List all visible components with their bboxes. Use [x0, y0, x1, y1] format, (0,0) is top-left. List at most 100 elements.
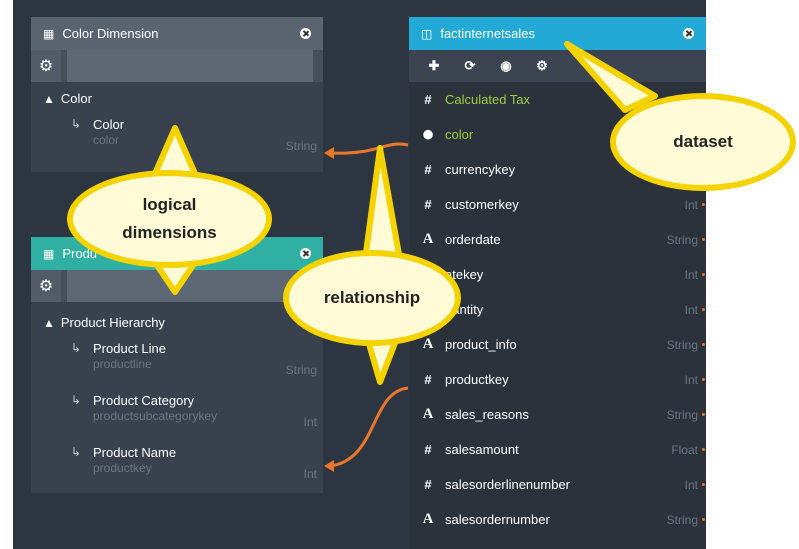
level-item[interactable]: ↳ Product Name productkey Int [31, 443, 323, 495]
level-item[interactable]: ↳ Product Category productsubcategorykey … [31, 391, 323, 443]
field-type: String [666, 337, 698, 352]
link-dot[interactable] [702, 413, 705, 416]
level-arrow-icon: ↳ [71, 117, 82, 131]
field-type: String [666, 512, 698, 527]
settings-button[interactable]: ⚙ [31, 270, 61, 302]
close-icon[interactable] [683, 28, 694, 39]
color-dimension-panel: ▦ Color Dimension ⚙ ▲ Color ↳ Color color… [31, 17, 323, 172]
field-row[interactable]: # salesorderlinenumber Int [409, 467, 706, 502]
level-type: Int [303, 415, 317, 429]
hash-icon: # [424, 442, 432, 457]
field-name: productkey [445, 372, 509, 387]
dataset-toolbar: ✚ ⟳ ◉ ⚙ [409, 50, 706, 82]
text-icon: A [422, 511, 434, 527]
level-column: productsubcategorykey [93, 409, 218, 423]
settings-button[interactable]: ⚙ [31, 50, 61, 82]
level-name: Product Name [93, 445, 177, 460]
field-type: Int [684, 372, 698, 387]
field-row[interactable]: Asalesordernumber String [409, 502, 706, 537]
logical-dimensions-callout: logical dimensions [67, 170, 272, 268]
field-name: salesorderlinenumber [445, 477, 571, 492]
close-icon[interactable] [300, 248, 311, 259]
hash-icon: # [424, 372, 432, 387]
hash-icon: # [424, 477, 432, 492]
field-type: Int [684, 477, 698, 492]
field-row[interactable]: Aorderdate String [409, 222, 706, 257]
callout-text: relationship [323, 288, 421, 307]
level-item[interactable]: ↳ Color color String [31, 115, 323, 167]
plus-icon: ✚ [428, 58, 440, 73]
link-dot[interactable] [702, 378, 705, 381]
level-column: productkey [93, 461, 152, 475]
field-row[interactable]: Aproduct_info String [409, 327, 706, 362]
dataset-callout: dataset [610, 93, 796, 191]
field-name: sales_reasons [445, 407, 529, 422]
text-icon: A [422, 406, 434, 422]
settings-button[interactable]: ⚙ [527, 58, 557, 74]
close-icon[interactable] [300, 28, 311, 39]
level-name: Color [93, 117, 125, 132]
level-item[interactable]: ↳ Product Line productline String [31, 339, 323, 391]
field-row[interactable]: # productkey Int [409, 362, 706, 397]
link-dot[interactable] [702, 203, 705, 206]
field-row[interactable]: # salesamount Float [409, 432, 706, 467]
hash-icon: # [424, 162, 432, 177]
field-name: Calculated Tax [445, 92, 531, 107]
panel-toolbar: ⚙ [31, 270, 323, 302]
panel-title: factinternetsales [440, 26, 536, 41]
field-type: Float [671, 442, 698, 457]
field-type: Int [684, 267, 698, 282]
level-type: String [285, 139, 317, 153]
field-row[interactable]: Asales_reasons String [409, 397, 706, 432]
field-name: salesordernumber [445, 512, 550, 527]
relationship-callout: relationship [283, 250, 461, 346]
columns-icon: ◫ [421, 26, 433, 41]
link-dot[interactable] [702, 448, 705, 451]
level-arrow-icon: ↳ [71, 393, 82, 407]
link-dot[interactable] [702, 273, 705, 276]
dimension-row[interactable]: ▲ Product Hierarchy [31, 306, 323, 339]
field-name: customerkey [445, 197, 519, 212]
level-arrow-icon: ↳ [71, 445, 82, 459]
hash-icon: # [424, 92, 432, 107]
eye-icon: ◉ [500, 58, 512, 73]
dimension-row[interactable]: ▲ Color [31, 82, 323, 115]
link-dot[interactable] [702, 343, 705, 346]
dimension-label: Color [60, 91, 92, 106]
callout-text: logical dimensions [122, 195, 217, 242]
field-type: String [666, 232, 698, 247]
gear-icon: ⚙ [38, 58, 54, 75]
preview-button[interactable]: ◉ [491, 58, 521, 74]
hash-icon: # [424, 197, 432, 212]
panel-title: Color Dimension [62, 26, 159, 41]
level-name: Product Line [93, 341, 166, 356]
field-type: Int [684, 302, 698, 317]
link-dot[interactable] [702, 308, 705, 311]
text-icon: A [422, 231, 434, 247]
gear-icon: ⚙ [536, 58, 548, 73]
product-dimension-panel: ▦ Produ ⚙ ▲ Product Hierarchy ↳ Product L… [31, 237, 323, 493]
add-button[interactable]: ✚ [419, 58, 449, 74]
field-name: product_info [445, 337, 517, 352]
level-name: Product Category [93, 393, 195, 408]
level-arrow-icon: ↳ [71, 341, 82, 355]
link-dot[interactable] [702, 518, 705, 521]
callout-text: dataset [673, 132, 733, 151]
dimension-label: Product Hierarchy [60, 315, 165, 330]
field-row[interactable]: # customerkey Int [409, 187, 706, 222]
link-dot[interactable] [702, 483, 705, 486]
link-dot[interactable] [702, 238, 705, 241]
text-icon: A [422, 336, 434, 352]
level-type: Int [303, 467, 317, 481]
dataset-header[interactable]: ◫ factinternetsales [409, 17, 706, 50]
level-type: String [285, 363, 317, 377]
refresh-button[interactable]: ⟳ [455, 58, 485, 74]
field-name: salesamount [445, 442, 519, 457]
gear-icon: ⚙ [38, 278, 54, 295]
table-icon: ▦ [43, 26, 55, 41]
map-pin-icon: ⬤ [422, 129, 434, 139]
color-dimension-header[interactable]: ▦ Color Dimension [31, 17, 323, 50]
hierarchy-icon: ▲ [43, 91, 55, 106]
hierarchy-icon: ▲ [43, 315, 55, 330]
field-type: String [666, 407, 698, 422]
